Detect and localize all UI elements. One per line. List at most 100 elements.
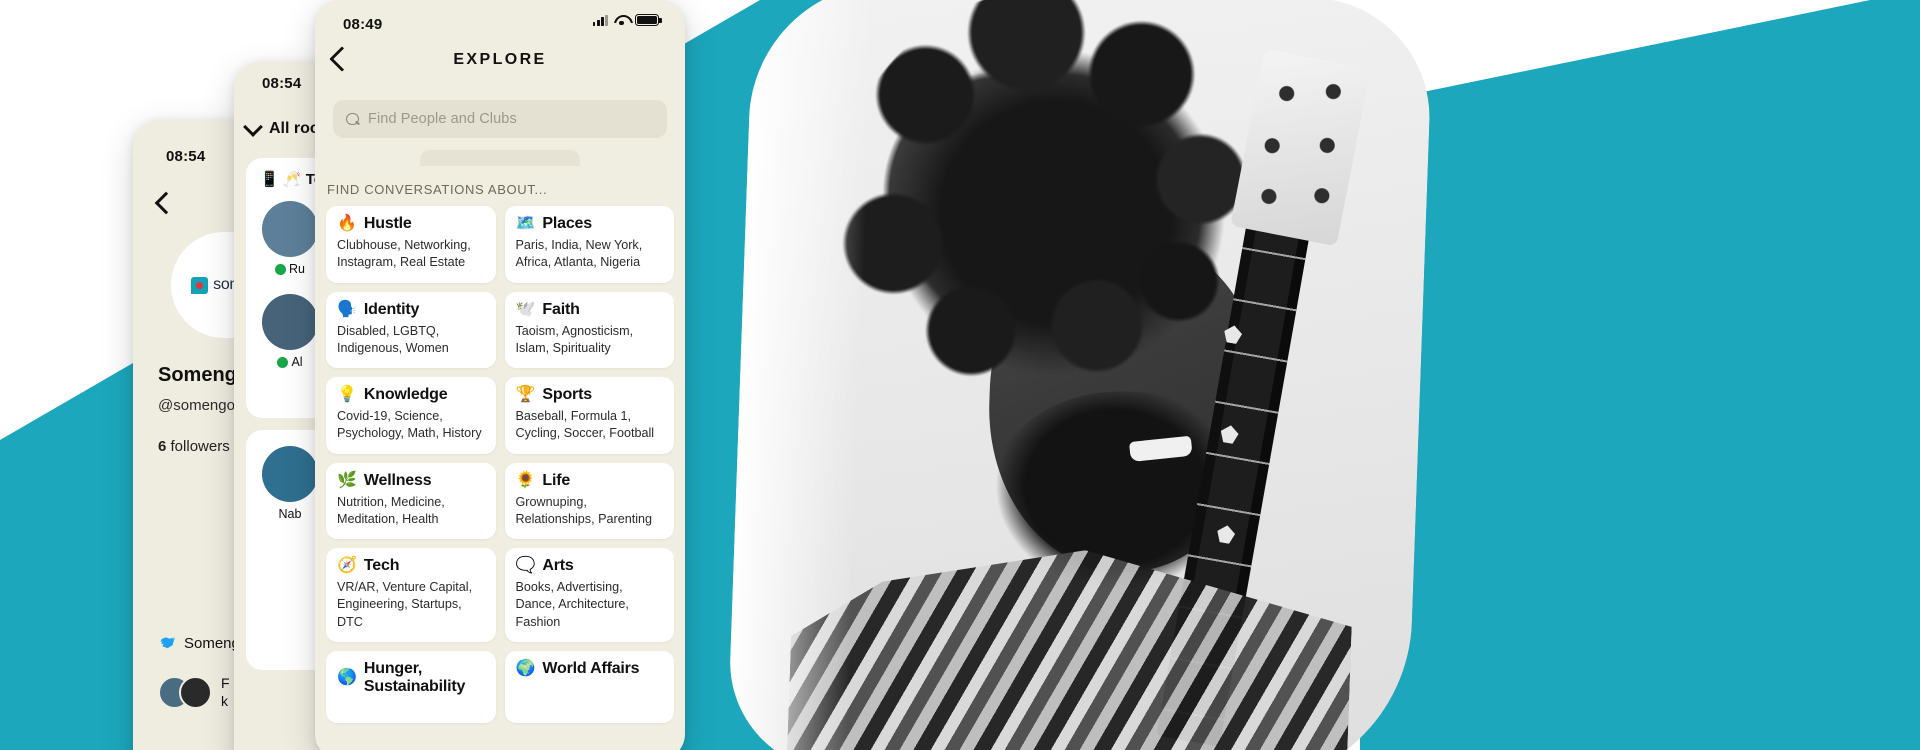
globe-europe-icon: 🌍 <box>515 659 536 677</box>
category-card-life[interactable]: 🌻 Life Grownuping, Relationships, Parent… <box>504 462 674 539</box>
thought-balloon-icon: 🗨️ <box>515 557 536 574</box>
participant-avatar <box>262 294 318 350</box>
peek-card <box>420 150 580 166</box>
participant-avatar <box>262 446 318 502</box>
category-title: Faith <box>542 300 580 318</box>
status-time: 08:54 <box>262 75 302 92</box>
category-card-knowledge[interactable]: 💡 Knowledge Covid-19, Science, Psycholog… <box>326 377 496 454</box>
participant-name-row: Nab <box>262 507 318 521</box>
category-card-places[interactable]: 🗺️ Places Paris, India, New York, Africa… <box>504 206 674 283</box>
category-subtitle: Disabled, LGBTQ, Indigenous, Women <box>337 323 449 355</box>
sunflower-icon: 🌻 <box>515 471 536 489</box>
trophy-icon: 🏆 <box>515 386 536 403</box>
status-time: 08:54 <box>166 148 206 165</box>
screenshot-stage: 08:54 somengo Somengo @somengo 6 followe… <box>0 0 1920 750</box>
compass-icon: 🧭 <box>337 557 357 574</box>
participant-name-row: Ru <box>262 262 318 276</box>
participant-name: Ru <box>289 262 305 276</box>
status-time: 08:49 <box>343 16 383 33</box>
lightbulb-icon: 💡 <box>337 386 357 403</box>
category-header: 💡 Knowledge <box>337 386 485 404</box>
phone-explore-screen: 08:49 EXPLORE Find People and Clubs FIND… <box>315 0 685 750</box>
category-subtitle: Paris, India, New York, Africa, Atlanta,… <box>515 238 643 270</box>
followers-label: followers <box>170 438 230 455</box>
status-icons <box>592 14 662 26</box>
participant[interactable]: Nab <box>262 446 318 521</box>
hero-hair <box>848 4 1263 438</box>
followers-count: 6 <box>158 438 167 455</box>
followers-stat: 6 followers <box>158 438 230 455</box>
mutual-friends-text: F k <box>221 675 230 710</box>
cellular-signal-icon <box>592 14 608 26</box>
profile-handle: @somengo <box>158 397 235 414</box>
status-bar: 08:49 <box>315 0 685 42</box>
category-header: 🔥 Hustle <box>337 215 485 233</box>
category-card-wellness[interactable]: 🌿 Wellness Nutrition, Medicine, Meditati… <box>326 462 496 539</box>
hero-shirt <box>786 540 1354 750</box>
search-placeholder: Find People and Clubs <box>368 111 517 127</box>
herb-icon: 🌿 <box>337 471 357 489</box>
category-header: 🗨️ Arts <box>516 557 664 575</box>
category-header: 🌍 World Affairs <box>516 660 664 678</box>
fire-icon: 🔥 <box>337 215 357 232</box>
page-title: EXPLORE <box>453 51 547 68</box>
category-subtitle: VR/AR, Venture Capital, Engineering, Sta… <box>337 580 473 629</box>
speaking-head-icon: 🗣️ <box>337 300 357 318</box>
back-chevron-icon[interactable] <box>154 191 178 215</box>
club-badge-icon <box>277 356 289 368</box>
mutual-line-1: F <box>221 675 230 691</box>
category-title: Arts <box>542 557 574 574</box>
participant-name-row: Al <box>262 355 318 369</box>
search-icon <box>346 112 359 126</box>
participant-avatar <box>262 201 318 257</box>
category-header: 🗣️ Identity <box>337 301 485 319</box>
category-title: Wellness <box>363 471 432 489</box>
category-card-sports[interactable]: 🏆 Sports Baseball, Formula 1, Cycling, S… <box>504 377 674 454</box>
category-header: 🌿 Wellness <box>337 472 485 490</box>
participant[interactable]: Al <box>262 294 318 369</box>
category-title: Hustle <box>363 215 412 232</box>
twitter-link[interactable]: Someng <box>158 635 240 652</box>
guitar-headstock <box>1230 48 1371 247</box>
category-title: Hunger, Sustainability <box>363 659 466 695</box>
hero-portrait <box>726 0 1434 750</box>
mutual-friends[interactable]: F k <box>158 675 230 710</box>
category-card-identity[interactable]: 🗣️ Identity Disabled, LGBTQ, Indigenous,… <box>326 291 496 368</box>
category-title: Knowledge <box>363 386 448 403</box>
category-title: Identity <box>363 300 420 318</box>
category-subtitle: Baseball, Formula 1, Cycling, Soccer, Fo… <box>515 409 655 441</box>
category-subtitle: Taoism, Agnosticism, Islam, Spirituality <box>515 323 634 355</box>
category-title: Tech <box>363 557 400 574</box>
friend-avatar-stack <box>158 676 212 709</box>
explore-header: EXPLORE <box>315 42 685 94</box>
twitter-bird-icon <box>160 637 175 649</box>
category-subtitle: Clubhouse, Networking, Instagram, Real E… <box>337 238 471 270</box>
mutual-line-2: k <box>221 692 228 709</box>
category-subtitle: Grownuping, Relationships, Parenting <box>515 494 653 526</box>
teal-diagonal-right <box>1360 0 1920 750</box>
section-label: FIND CONVERSATIONS ABOUT... <box>327 182 548 197</box>
category-header: 🏆 Sports <box>516 386 664 404</box>
category-card-hunger[interactable]: 🌎 Hunger, Sustainability <box>326 650 496 723</box>
category-subtitle: Covid-19, Science, Psychology, Math, His… <box>337 409 482 441</box>
twitter-handle: Someng <box>184 635 240 652</box>
category-card-arts[interactable]: 🗨️ Arts Books, Advertising, Dance, Archi… <box>504 548 674 642</box>
category-title: Life <box>542 471 571 489</box>
wifi-icon <box>614 15 629 26</box>
category-header: 🌎 Hunger, Sustainability <box>337 660 485 696</box>
category-card-hustle[interactable]: 🔥 Hustle Clubhouse, Networking, Instagra… <box>326 206 496 283</box>
category-subtitle: Nutrition, Medicine, Meditation, Health <box>337 494 445 526</box>
participant[interactable]: Ru <box>262 201 318 276</box>
category-header: 🕊️ Faith <box>516 301 664 319</box>
category-title: Places <box>542 215 592 232</box>
category-card-faith[interactable]: 🕊️ Faith Taoism, Agnosticism, Islam, Spi… <box>504 291 674 368</box>
search-input[interactable]: Find People and Clubs <box>333 100 667 138</box>
category-card-world-affairs[interactable]: 🌍 World Affairs <box>504 650 674 723</box>
category-card-tech[interactable]: 🧭 Tech VR/AR, Venture Capital, Engineeri… <box>326 548 496 642</box>
category-title: World Affairs <box>542 659 640 677</box>
friend-avatar-2 <box>179 676 212 709</box>
participant-name: Al <box>291 355 303 369</box>
somengo-mark-icon <box>191 276 209 294</box>
dove-icon: 🕊️ <box>515 300 536 318</box>
category-subtitle: Books, Advertising, Dance, Architecture,… <box>515 580 629 629</box>
